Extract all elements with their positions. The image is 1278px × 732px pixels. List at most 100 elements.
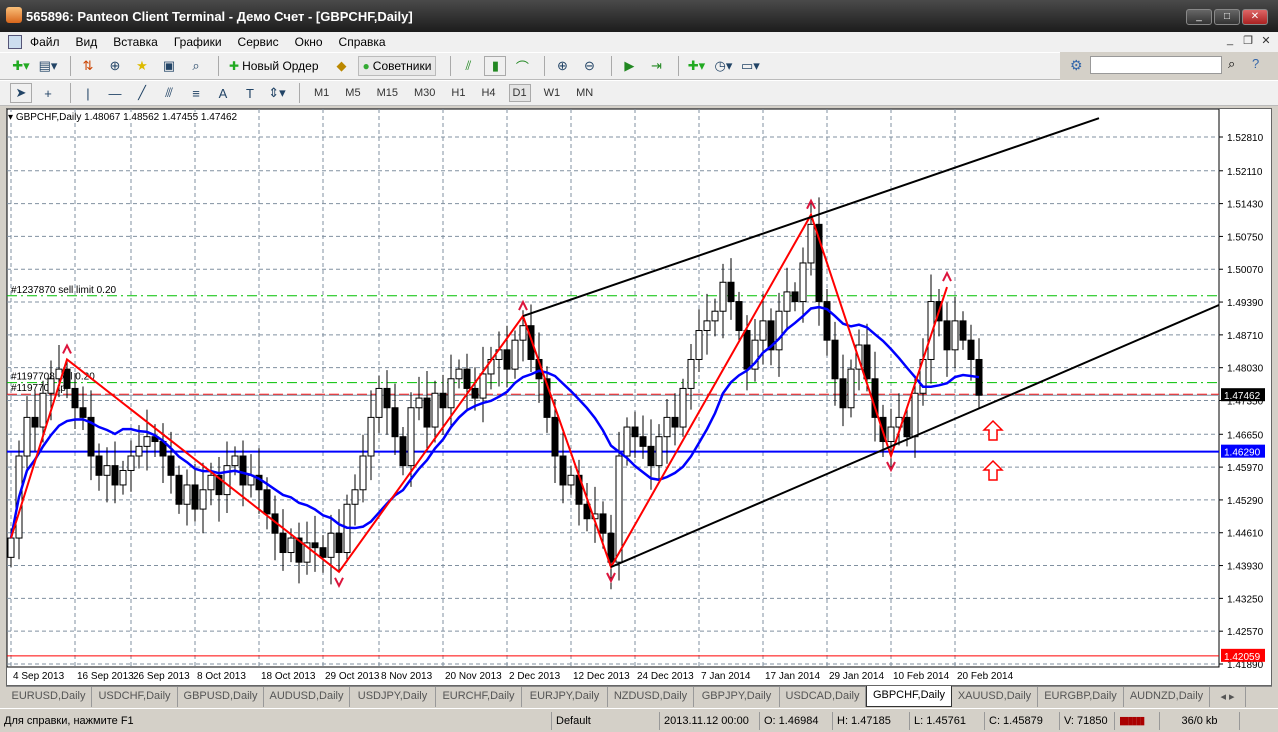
candle-body [335,532,343,554]
indicators-icon[interactable]: ✚▾ [685,56,707,76]
x-tick-label: 20 Nov 2013 [445,671,502,682]
menu-file[interactable]: Файл [30,35,60,49]
settings-gear-icon[interactable]: ⚙ [1070,57,1083,74]
close-button[interactable]: ✕ [1242,9,1268,25]
candle-body [79,407,87,418]
chart-tab[interactable]: NZDUSD,Daily [608,687,694,707]
chart-tab[interactable]: GBPJPY,Daily [694,687,780,707]
plot-area [7,109,1220,668]
x-tick-label: 18 Oct 2013 [261,671,316,682]
title-bar: 565896: Panteon Client Terminal - Демо С… [0,0,1278,32]
timeframe-d1[interactable]: D1 [508,84,531,102]
candle-body [399,436,407,467]
chart-window[interactable]: 1.52810 1.52110 1.51430 1.50750 1.50070 1.493… [6,108,1272,686]
menu-charts[interactable]: Графики [174,35,222,49]
text-icon[interactable]: A [212,83,234,103]
menu-tools[interactable]: Сервис [238,35,279,49]
y-tick-label: 1.52110 [1227,167,1263,178]
vertical-line-icon[interactable]: | [77,83,99,103]
cursor-icon[interactable]: ➤ [10,83,32,103]
search-icon[interactable]: ⌕ [1228,56,1235,72]
candle-body [311,542,319,549]
favorites-star-icon[interactable]: ★ [131,56,153,76]
menu-help[interactable]: Справка [339,35,386,49]
chart-tab[interactable]: EURJPY,Daily [522,687,608,707]
zoom-in-icon[interactable]: ⊕ [551,56,573,76]
search-input[interactable] [1090,56,1222,74]
y-tick-label: 1.52810 [1227,133,1264,144]
chart-tab[interactable]: EURGBP,Daily [1038,687,1124,707]
line-chart-icon[interactable]: ⌒ [511,56,533,76]
tab-scroll-arrows[interactable]: ◂ ▸ [1210,687,1246,707]
menu-view[interactable]: Вид [76,35,98,49]
mdi-close-button[interactable]: ✕ [1258,34,1274,48]
metaeditor-icon[interactable]: ◆ [331,56,353,76]
chart-tab[interactable]: AUDUSD,Daily [264,687,350,707]
arrows-icon[interactable]: ⇕▾ [266,83,288,103]
periods-clock-icon[interactable]: ◷▾ [712,56,734,76]
crosshair-icon[interactable]: + [37,83,59,103]
help-icon[interactable]: ? [1252,56,1259,71]
minimize-button[interactable]: _ [1186,9,1212,25]
chart-tab[interactable]: USDCAD,Daily [780,687,866,707]
market-watch-icon[interactable]: ⇅ [77,56,99,76]
trendline-icon[interactable]: ╱ [131,83,153,103]
candle-body [615,455,623,563]
crosshair-nav-icon[interactable]: ⊕ [104,56,126,76]
templates-icon[interactable]: ▭▾ [739,56,761,76]
maximize-button[interactable]: □ [1214,9,1240,25]
text-label-icon[interactable]: T [239,83,261,103]
terminal-icon[interactable]: ▣ [158,56,180,76]
price-chart[interactable]: 1.52810 1.52110 1.51430 1.50750 1.50070 1.493… [7,109,1271,685]
timeframe-w1[interactable]: W1 [541,85,564,101]
chart-tab[interactable]: XAUUSD,Daily [952,687,1038,707]
chart-tab[interactable]: USDCHF,Daily [92,687,178,707]
support-price-tag: 1.46290 [1224,448,1261,459]
equidistant-channel-icon[interactable]: ⫻ [158,83,180,103]
candle-body [783,291,791,312]
timeframe-m1[interactable]: M1 [311,85,332,101]
timeframe-m5[interactable]: M5 [342,85,363,101]
new-order-button[interactable]: ✚ Новый Ордер [225,57,323,75]
bar-chart-icon[interactable]: ⫽ [457,56,479,76]
chart-tab[interactable]: EURCHF,Daily [436,687,522,707]
timeframe-h1[interactable]: H1 [448,85,468,101]
drawing-toolbar: ➤ + | — ╱ ⫻ ≡ A T ⇕▾ M1 M5 M15 M30 H1 H4… [0,80,1278,106]
x-tick-label: 29 Jan 2014 [829,671,884,682]
candle-body [703,320,711,332]
zoom-out-icon[interactable]: ⊖ [578,56,600,76]
fibonacci-icon[interactable]: ≡ [185,83,207,103]
candle-body [391,407,399,438]
chart-tab[interactable]: GBPUSD,Daily [178,687,264,707]
experts-button[interactable]: ● Советники [357,56,437,76]
status-high: H: 1.47185 [833,711,910,730]
profiles-icon[interactable]: ▤▾ [37,56,59,76]
x-tick-label: 8 Nov 2013 [381,671,433,682]
mdi-minimize-button[interactable]: _ [1222,34,1238,48]
menu-insert[interactable]: Вставка [113,35,158,49]
chart-shift-icon[interactable]: ⇥ [645,56,667,76]
timeframe-m30[interactable]: M30 [411,85,438,101]
candle-body [511,339,519,370]
horizontal-line-icon[interactable]: — [104,83,126,103]
chart-tab[interactable]: AUDNZD,Daily [1124,687,1210,707]
menu-window[interactable]: Окно [295,35,323,49]
status-help: Для справки, нажмите F1 [0,711,552,730]
candle-body [559,455,567,486]
chart-tab[interactable]: USDJPY,Daily [350,687,436,707]
tester-icon[interactable]: ⌕ [185,56,207,76]
chart-tab[interactable]: EURUSD,Daily [6,687,92,707]
mdi-restore-button[interactable]: ❐ [1240,34,1256,48]
timeframe-m15[interactable]: M15 [374,85,401,101]
chart-header: ▾ GBPCHF,Daily 1.48067 1.48562 1.47455 1… [8,112,238,123]
candle-body [551,416,559,457]
candlestick-chart-icon[interactable]: ▮ [484,56,507,76]
x-tick-label: 26 Sep 2013 [133,671,190,682]
timeframe-mn[interactable]: MN [573,85,596,101]
new-chart-icon[interactable]: ✚▾ [10,56,32,76]
y-tick-label: 1.42570 [1227,627,1264,638]
chart-tab[interactable]: GBPCHF,Daily [866,686,952,707]
autoscroll-icon[interactable]: ▶ [618,56,640,76]
candle-body [735,301,743,332]
timeframe-h4[interactable]: H4 [478,85,498,101]
